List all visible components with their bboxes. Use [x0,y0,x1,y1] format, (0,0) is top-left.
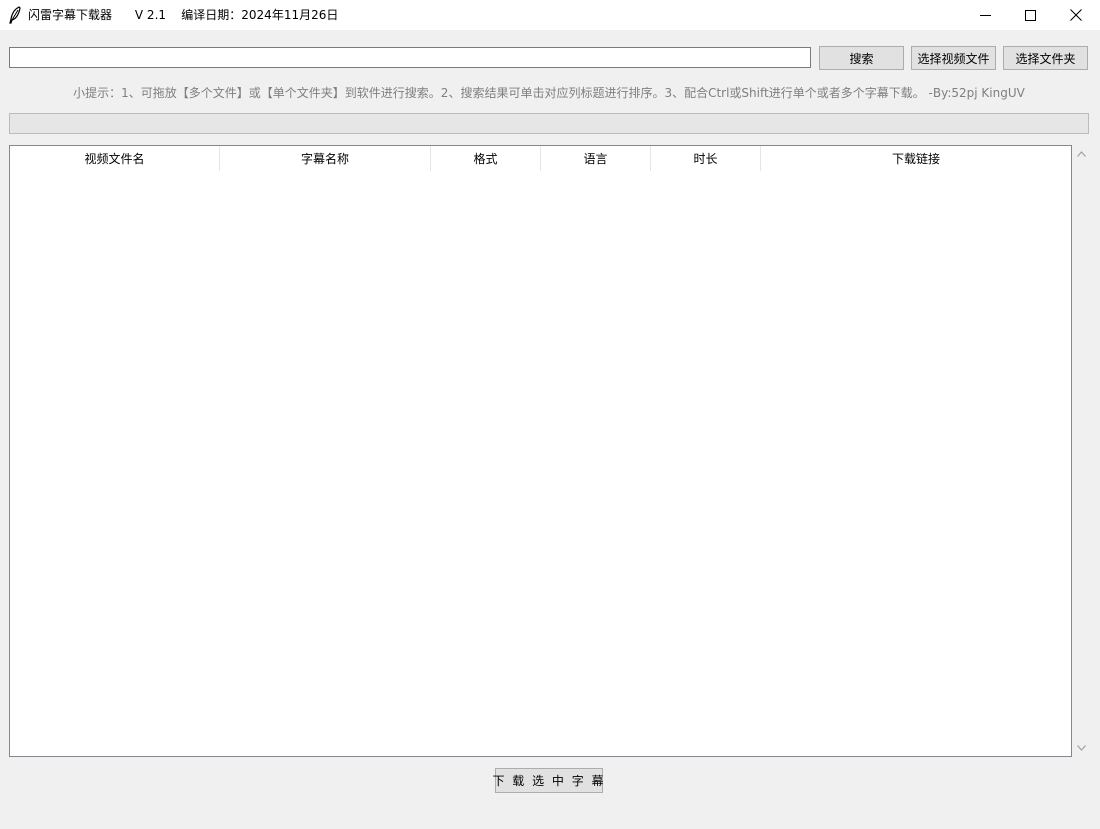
column-header-format[interactable]: 格式 [431,146,541,171]
results-table[interactable]: 视频文件名 字幕名称 格式 语言 时长 下载链接 [9,145,1072,757]
download-selected-subtitles-button[interactable]: 下 载 选 中 字 幕 [492,768,604,793]
close-button[interactable] [1053,0,1099,30]
column-header-subtitle-name[interactable]: 字幕名称 [220,146,431,171]
column-header-duration[interactable]: 时长 [651,146,761,171]
app-version: V 2.1 [134,8,167,22]
scroll-down-icon [1076,745,1086,751]
column-header-download-link[interactable]: 下载链接 [761,146,1071,171]
minimize-icon [979,14,991,16]
close-icon [1070,9,1082,21]
app-window: 闪雷字幕下载器 V 2.1 编译日期：2024年11月26日 搜索 选择视频文件… [0,0,1100,829]
scroll-down-button[interactable] [1073,741,1089,755]
progress-bar [9,113,1089,134]
select-video-file-button[interactable]: 选择视频文件 [911,46,996,70]
build-date: 编译日期：2024年11月26日 [181,8,339,22]
hint-text: 小提示：1、可拖放【多个文件】或【单个文件夹】到软件进行搜索。2、搜索结果可单击… [73,86,1025,100]
maximize-button[interactable] [1007,0,1053,30]
maximize-icon [1024,9,1036,21]
window-title: 闪雷字幕下载器 V 2.1 编译日期：2024年11月26日 [28,7,338,23]
feather-icon [8,6,22,24]
table-header: 视频文件名 字幕名称 格式 语言 时长 下载链接 [10,146,1071,171]
select-folder-button[interactable]: 选择文件夹 [1003,46,1088,70]
column-header-language[interactable]: 语言 [541,146,651,171]
title-bar: 闪雷字幕下载器 V 2.1 编译日期：2024年11月26日 [0,0,1100,30]
vertical-scrollbar[interactable] [1073,145,1089,757]
scroll-up-button[interactable] [1073,147,1089,161]
app-name: 闪雷字幕下载器 [28,8,113,22]
scroll-up-icon [1076,151,1086,157]
search-button[interactable]: 搜索 [819,46,904,70]
minimize-button[interactable] [962,0,1008,30]
column-header-video-filename[interactable]: 视频文件名 [10,146,220,171]
search-input[interactable] [9,47,811,68]
